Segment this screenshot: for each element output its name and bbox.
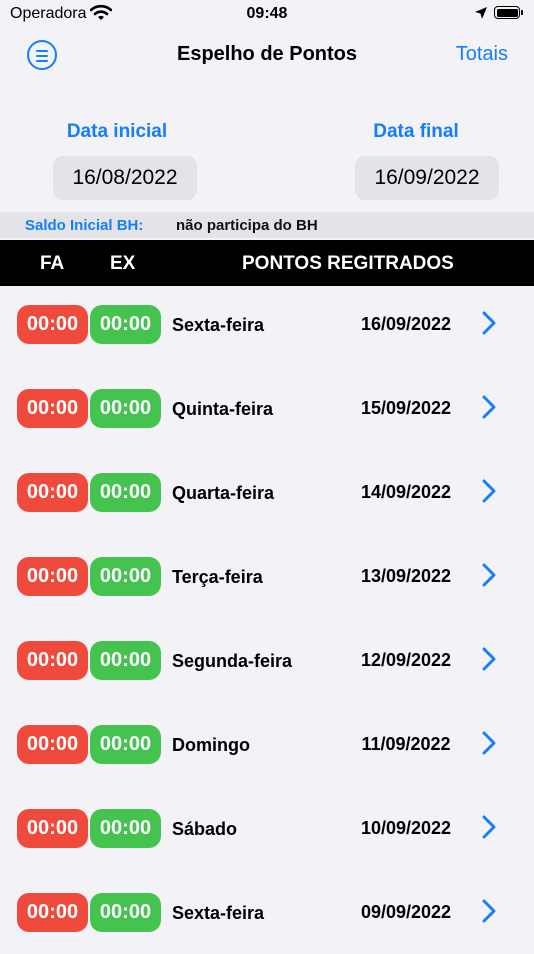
end-date-label: Data final (373, 121, 459, 142)
saldo-value: não participa do BH (176, 217, 318, 234)
date-label: 09/09/2022 (360, 902, 452, 922)
list-item[interactable]: 00:00 00:00 Sábado 10/09/2022 (0, 786, 534, 870)
weekday-label: Sexta-feira (172, 903, 265, 923)
fa-badge: 00:00 (17, 557, 88, 596)
weekday-label: Quinta-feira (172, 399, 274, 419)
date-label: 16/09/2022 (360, 314, 452, 334)
list-item[interactable]: 00:00 00:00 Sexta-feira 16/09/2022 (0, 282, 534, 366)
location-arrow-icon (475, 7, 487, 19)
weekday-label: Terça-feira (172, 567, 263, 587)
list-item[interactable]: 00:00 00:00 Quarta-feira 14/09/2022 (0, 450, 534, 534)
page-title: Espelho de Pontos (176, 43, 358, 65)
ex-badge: 00:00 (90, 893, 161, 932)
fa-badge: 00:00 (17, 725, 88, 764)
chevron-right-icon[interactable] (482, 731, 496, 755)
list-item[interactable]: 00:00 00:00 Quinta-feira 15/09/2022 (0, 366, 534, 450)
table-header: FA EX PONTOS REGITRADOS (0, 240, 534, 286)
header-ex: EX (110, 253, 136, 274)
ex-badge: 00:00 (90, 557, 161, 596)
header-fa: FA (40, 253, 65, 274)
start-date-field[interactable]: 16/08/2022 (53, 156, 197, 200)
weekday-label: Segunda-feira (172, 651, 293, 671)
navigation-bar: Espelho de Pontos Totais (0, 30, 534, 80)
fa-badge: 00:00 (17, 893, 88, 932)
records-list: 00:00 00:00 Sexta-feira 16/09/2022 00:00… (0, 282, 534, 954)
totais-button[interactable]: Totais (456, 43, 508, 66)
weekday-label: Domingo (172, 735, 250, 755)
clock: 09:48 (246, 5, 288, 22)
weekday-label: Sábado (172, 819, 238, 839)
chevron-right-icon[interactable] (482, 479, 496, 503)
date-label: 15/09/2022 (360, 398, 452, 418)
saldo-label: Saldo Inicial BH: (25, 217, 144, 234)
fa-badge: 00:00 (17, 473, 88, 512)
fa-badge: 00:00 (17, 305, 88, 344)
fa-badge: 00:00 (17, 641, 88, 680)
chevron-right-icon[interactable] (482, 395, 496, 419)
ex-badge: 00:00 (90, 809, 161, 848)
list-item[interactable]: 00:00 00:00 Segunda-feira 12/09/2022 (0, 618, 534, 702)
end-date-field[interactable]: 16/09/2022 (355, 156, 499, 200)
date-label: 10/09/2022 (360, 818, 452, 838)
weekday-label: Sexta-feira (172, 315, 265, 335)
chevron-right-icon[interactable] (482, 563, 496, 587)
fa-badge: 00:00 (17, 809, 88, 848)
ex-badge: 00:00 (90, 641, 161, 680)
ex-badge: 00:00 (90, 389, 161, 428)
header-pontos: PONTOS REGITRADOS (242, 253, 454, 274)
ex-badge: 00:00 (90, 725, 161, 764)
list-item[interactable]: 00:00 00:00 Domingo 11/09/2022 (0, 702, 534, 786)
chevron-right-icon[interactable] (482, 647, 496, 671)
date-label: 12/09/2022 (360, 650, 452, 670)
weekday-label: Quarta-feira (172, 483, 275, 503)
chevron-right-icon[interactable] (482, 311, 496, 335)
status-bar: Operadora 09:48 (0, 0, 534, 30)
list-item[interactable]: 00:00 00:00 Sexta-feira 09/09/2022 (0, 870, 534, 954)
start-date-label: Data inicial (66, 121, 168, 142)
ex-badge: 00:00 (90, 305, 161, 344)
saldo-bar: Saldo Inicial BH: não participa do BH (0, 212, 534, 238)
ex-badge: 00:00 (90, 473, 161, 512)
date-label: 14/09/2022 (360, 482, 452, 502)
fa-badge: 00:00 (17, 389, 88, 428)
chevron-right-icon[interactable] (482, 815, 496, 839)
chevron-right-icon[interactable] (482, 899, 496, 923)
battery-icon (494, 6, 523, 19)
date-label: 13/09/2022 (360, 566, 452, 586)
date-label: 11/09/2022 (361, 734, 451, 754)
list-item[interactable]: 00:00 00:00 Terça-feira 13/09/2022 (0, 534, 534, 618)
